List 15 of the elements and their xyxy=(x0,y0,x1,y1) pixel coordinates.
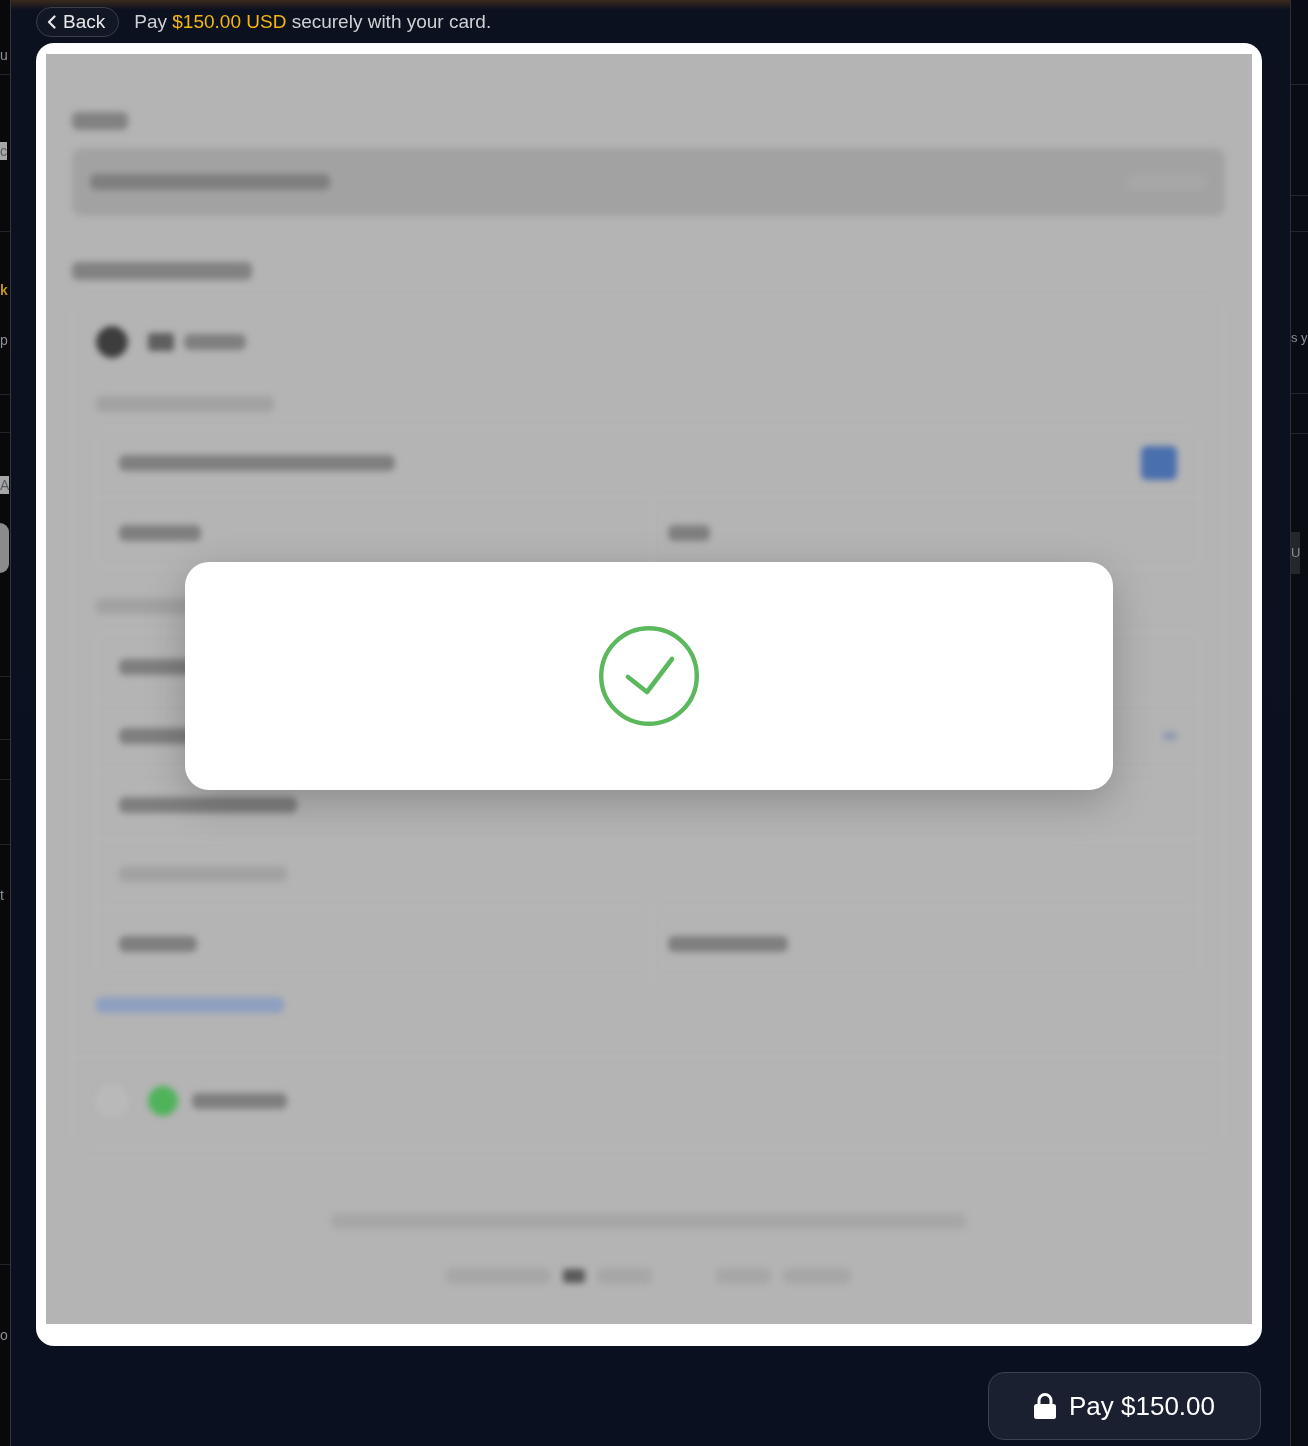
chevron-left-icon xyxy=(47,14,56,29)
payment-subtitle: Pay $150.00 USD securely with your card. xyxy=(134,10,492,33)
cut-off-text: o xyxy=(0,1326,8,1344)
cut-off-text: U xyxy=(1291,531,1301,574)
cut-off-text: A xyxy=(0,476,10,494)
back-button[interactable]: Back xyxy=(36,6,120,37)
cut-off-text: c xyxy=(0,142,7,160)
check-circle-icon xyxy=(599,626,699,726)
pay-button[interactable]: Pay $150.00 xyxy=(988,1372,1261,1440)
cut-off-text: u xyxy=(0,45,8,64)
cut-off-text: s y xyxy=(1291,329,1308,347)
lock-icon xyxy=(1034,1393,1056,1419)
cut-off-text: p xyxy=(0,331,8,349)
cut-off-text: k xyxy=(0,281,8,299)
cut-off-text: t xyxy=(0,886,4,904)
